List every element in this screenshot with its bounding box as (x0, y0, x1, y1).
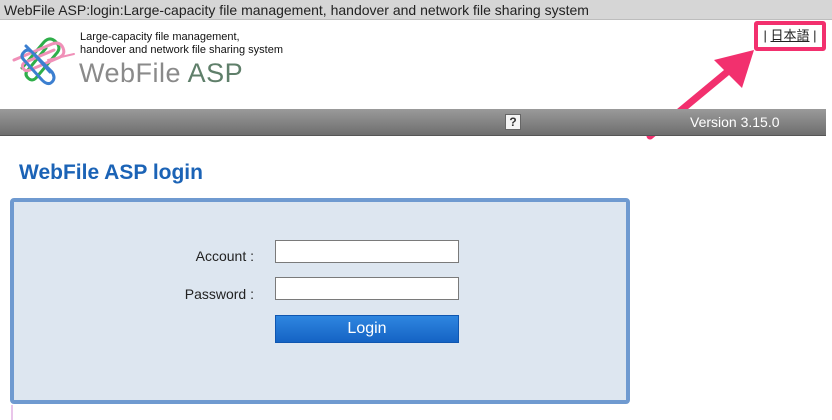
window-title-bar: WebFile ASP:login:Large-capacity file ma… (0, 0, 832, 20)
version-label: Version 3.15.0 (690, 114, 780, 130)
japanese-language-link[interactable]: 日本語 (770, 28, 809, 43)
password-label: Password : (184, 286, 254, 302)
help-icon[interactable]: ? (505, 114, 521, 130)
window-title: WebFile ASP:login:Large-capacity file ma… (4, 2, 589, 18)
login-panel: Account : Password : Login (10, 198, 630, 404)
version-bar: ? Version 3.15.0 (0, 109, 826, 136)
paperclip-logo-icon (12, 37, 75, 86)
language-switcher: | 日本語 | (754, 21, 826, 51)
brand-main: WebFile (79, 58, 182, 88)
tagline-line-1: Large-capacity file management, (80, 31, 240, 43)
account-input[interactable] (275, 240, 459, 263)
login-page: WebFile ASP:login:Large-capacity file ma… (0, 0, 832, 420)
footer-divider (11, 405, 13, 420)
language-separator-left: | (763, 28, 767, 43)
page-title: WebFile ASP login (19, 161, 203, 184)
language-separator-right: | (813, 28, 817, 43)
brand-suffix: ASP (187, 58, 244, 88)
account-label: Account : (195, 248, 254, 264)
password-input[interactable] (275, 277, 459, 300)
tagline-line-2: handover and network file sharing system (80, 44, 283, 56)
tagline: Large-capacity file management, handover… (80, 31, 283, 57)
brand-name: WebFile ASP (79, 58, 243, 88)
login-button[interactable]: Login (275, 315, 459, 343)
